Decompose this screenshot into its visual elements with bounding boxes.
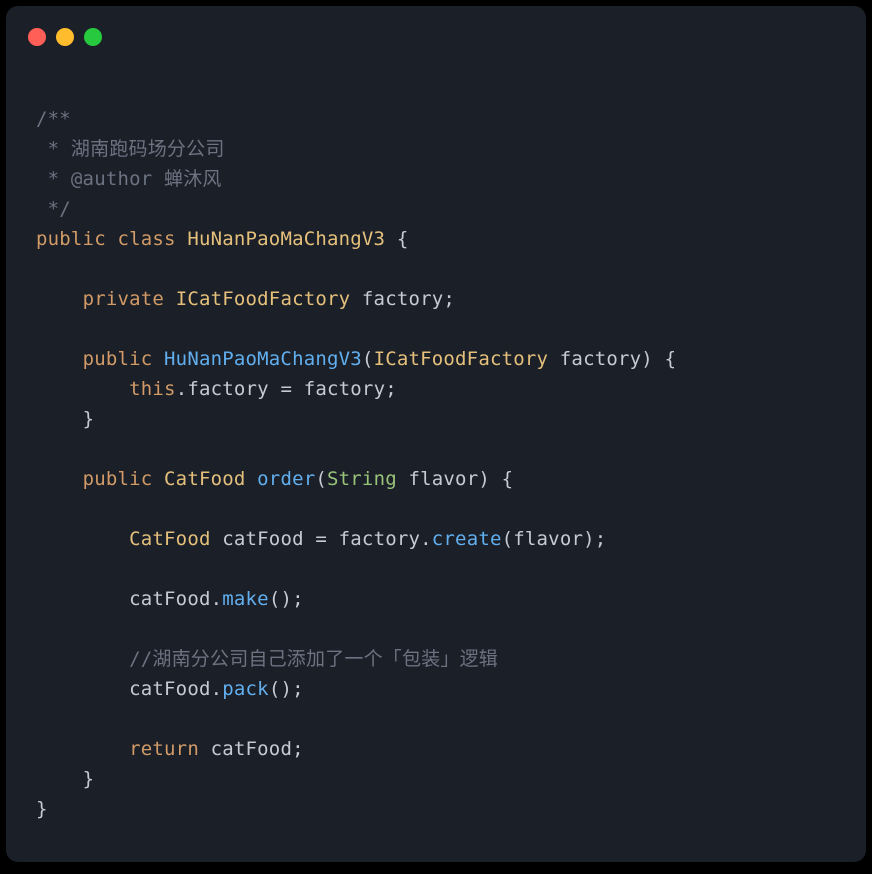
constructor-name: HuNanPaoMaChangV3 <box>164 348 362 370</box>
keyword-public: public <box>36 228 106 250</box>
dot: . <box>211 588 223 610</box>
eq: = <box>315 528 327 550</box>
eq: = <box>280 378 292 400</box>
brace: } <box>36 798 48 820</box>
paren: ) <box>280 678 292 700</box>
paren: ( <box>269 678 281 700</box>
identifier: factory <box>362 288 443 310</box>
dot: . <box>420 528 432 550</box>
method-call: make <box>222 588 269 610</box>
minimize-icon[interactable] <box>56 28 74 46</box>
semicolon: ; <box>385 378 397 400</box>
class-name: HuNanPaoMaChangV3 <box>187 228 385 250</box>
keyword-return: return <box>129 738 199 760</box>
type: CatFood <box>164 468 245 490</box>
paren: ) <box>478 468 490 490</box>
identifier: factory <box>187 378 268 400</box>
paren: ( <box>269 588 281 610</box>
type: ICatFoodFactory <box>176 288 351 310</box>
semicolon: ; <box>292 588 304 610</box>
brace: { <box>397 228 409 250</box>
method-name: order <box>257 468 315 490</box>
brace: } <box>83 768 95 790</box>
comment-line: * @author 蝉沐风 <box>36 168 222 190</box>
brace: { <box>665 348 677 370</box>
comment-line: */ <box>36 198 71 220</box>
param: factory <box>560 348 641 370</box>
maximize-icon[interactable] <box>84 28 102 46</box>
traffic-lights <box>28 28 102 46</box>
keyword-public: public <box>83 468 153 490</box>
param: flavor <box>409 468 479 490</box>
identifier: factory <box>339 528 420 550</box>
semicolon: ; <box>292 738 304 760</box>
semicolon: ; <box>443 288 455 310</box>
identifier: catFood <box>129 678 210 700</box>
paren: ) <box>583 528 595 550</box>
close-icon[interactable] <box>28 28 46 46</box>
type: CatFood <box>129 528 210 550</box>
identifier: factory <box>304 378 385 400</box>
method-call: create <box>432 528 502 550</box>
keyword-private: private <box>83 288 164 310</box>
paren: ( <box>315 468 327 490</box>
identifier: catFood <box>211 738 292 760</box>
type: ICatFoodFactory <box>374 348 549 370</box>
comment-line: //湖南分公司自己添加了一个「包装」逻辑 <box>129 648 498 670</box>
comment-line: /** <box>36 108 71 130</box>
semicolon: ; <box>292 678 304 700</box>
arg: flavor <box>513 528 583 550</box>
keyword-public: public <box>83 348 153 370</box>
dot: . <box>176 378 188 400</box>
comment-line: * 湖南跑码场分公司 <box>36 138 225 160</box>
semicolon: ; <box>595 528 607 550</box>
brace: { <box>502 468 514 490</box>
code-block: /** * 湖南跑码场分公司 * @author 蝉沐风 */ public c… <box>36 104 836 824</box>
code-window: /** * 湖南跑码场分公司 * @author 蝉沐风 */ public c… <box>6 6 866 862</box>
paren: ( <box>502 528 514 550</box>
dot: . <box>211 678 223 700</box>
method-call: pack <box>222 678 269 700</box>
paren: ) <box>280 588 292 610</box>
keyword-this: this <box>129 378 176 400</box>
identifier: catFood <box>222 528 303 550</box>
type-string: String <box>327 468 397 490</box>
identifier: catFood <box>129 588 210 610</box>
paren: ) <box>641 348 653 370</box>
paren: ( <box>362 348 374 370</box>
brace: } <box>83 408 95 430</box>
keyword-class: class <box>117 228 175 250</box>
